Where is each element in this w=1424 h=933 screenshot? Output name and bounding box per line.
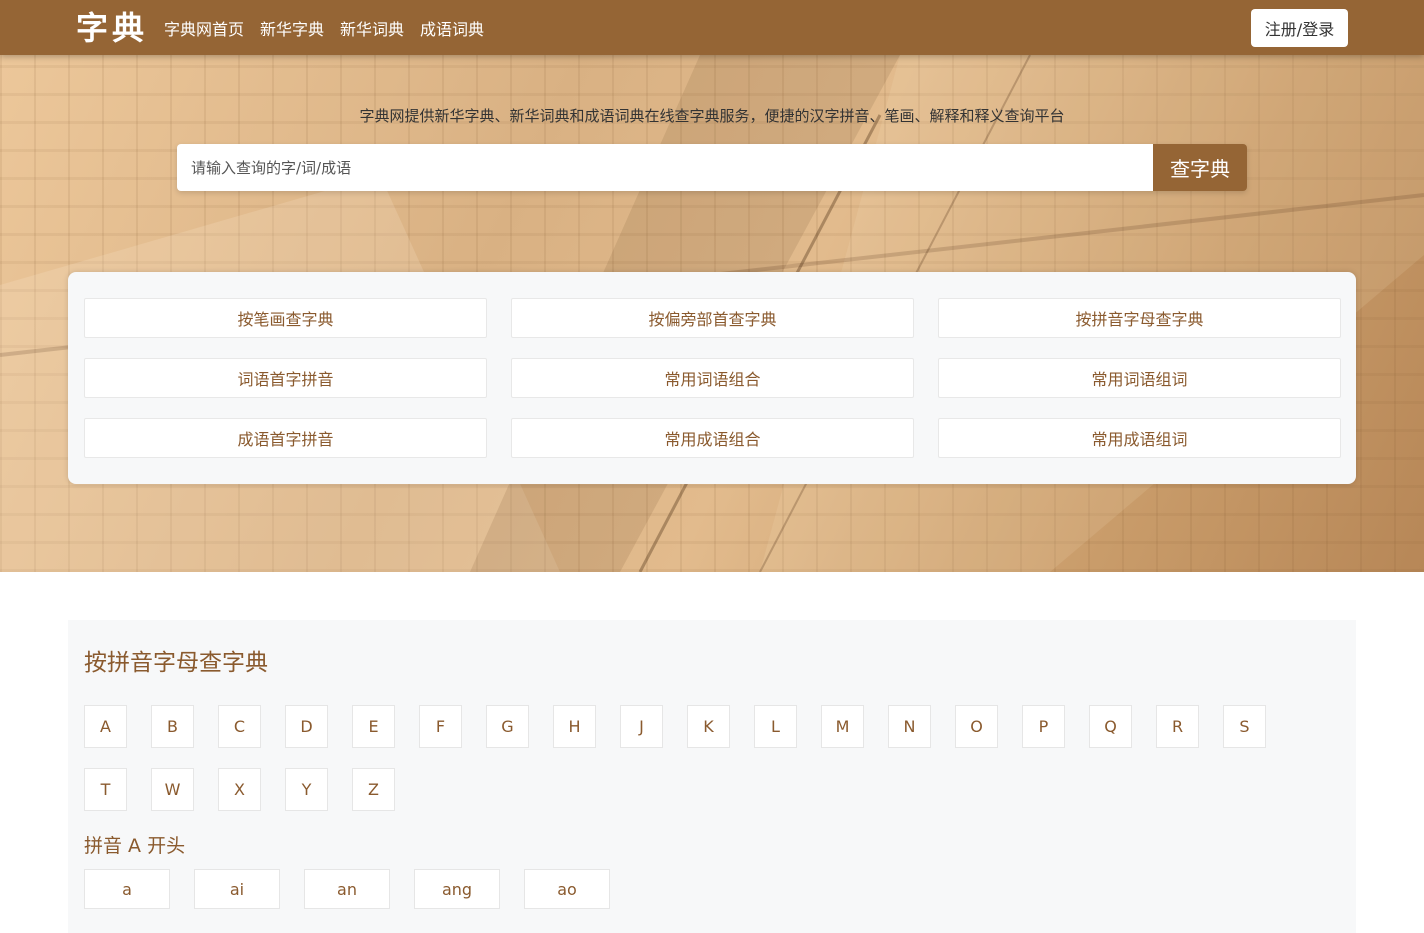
main-nav: 字典网首页 新华字典 新华词典 成语词典 [164,0,500,55]
quick-link-common-word-combos[interactable]: 常用词语组合 [511,358,914,398]
quick-link-by-radical[interactable]: 按偏旁部首查字典 [511,298,914,338]
letter-button[interactable]: H [553,705,596,748]
quick-link-common-idiom-combos[interactable]: 常用成语组合 [511,418,914,458]
quick-link-idiom-initial-pinyin[interactable]: 成语首字拼音 [84,418,487,458]
syllable-list: a ai an ang ao [84,869,1340,909]
register-login-button[interactable]: 注册/登录 [1251,9,1348,47]
nav-item-xinhua-cidian[interactable]: 新华词典 [340,16,404,40]
letter-button[interactable]: D [285,705,328,748]
nav-item-home[interactable]: 字典网首页 [164,16,244,40]
site-tagline: 字典网提供新华字典、新华词典和成语词典在线查字典服务，便捷的汉字拼音、笔画、解释… [359,107,1065,125]
letter-button[interactable]: J [620,705,663,748]
pinyin-subtitle: 拼音 A 开头 [84,835,186,857]
letter-button[interactable]: P [1022,705,1065,748]
nav-item-xinhua-zidian[interactable]: 新华字典 [260,16,324,40]
letter-button[interactable]: X [218,768,261,811]
letter-button[interactable]: A [84,705,127,748]
search-input[interactable] [177,144,1153,191]
letter-button[interactable]: R [1156,705,1199,748]
quick-link-by-stroke[interactable]: 按笔画查字典 [84,298,487,338]
letter-button[interactable]: B [151,705,194,748]
quick-link-word-initial-pinyin[interactable]: 词语首字拼音 [84,358,487,398]
letter-button[interactable]: C [218,705,261,748]
letter-button[interactable]: E [352,705,395,748]
search-button[interactable]: 查字典 [1153,144,1247,191]
quick-link-common-word-compounds[interactable]: 常用词语组词 [938,358,1341,398]
nav-item-chengyu-cidian[interactable]: 成语词典 [420,16,484,40]
hero-banner: 字典网提供新华字典、新华词典和成语词典在线查字典服务，便捷的汉字拼音、笔画、解释… [0,55,1424,572]
letter-button[interactable]: F [419,705,462,748]
letter-button[interactable]: K [687,705,730,748]
letter-button[interactable]: T [84,768,127,811]
pinyin-lookup-section: 按拼音字母查字典 A B C D E F G H J K L M N O P Q… [68,620,1356,933]
search-bar: 查字典 [177,144,1247,191]
letter-button[interactable]: L [754,705,797,748]
site-logo[interactable]: 字典 [76,8,148,48]
letter-list: A B C D E F G H J K L M N O P Q R S T W … [84,705,1354,831]
syllable-button[interactable]: ang [414,869,500,909]
letter-button[interactable]: N [888,705,931,748]
letter-button[interactable]: S [1223,705,1266,748]
letter-button[interactable]: Z [352,768,395,811]
letter-button[interactable]: Y [285,768,328,811]
syllable-button[interactable]: a [84,869,170,909]
section-title: 按拼音字母查字典 [84,650,268,676]
letter-button[interactable]: W [151,768,194,811]
quick-links-panel: 按笔画查字典 按偏旁部首查字典 按拼音字母查字典 词语首字拼音 常用词语组合 常… [68,272,1356,484]
syllable-button[interactable]: ai [194,869,280,909]
quick-link-by-pinyin[interactable]: 按拼音字母查字典 [938,298,1341,338]
syllable-button[interactable]: an [304,869,390,909]
letter-button[interactable]: O [955,705,998,748]
letter-button[interactable]: M [821,705,864,748]
syllable-button[interactable]: ao [524,869,610,909]
quick-link-common-idiom-compounds[interactable]: 常用成语组词 [938,418,1341,458]
letter-button[interactable]: G [486,705,529,748]
letter-button[interactable]: Q [1089,705,1132,748]
top-navbar: 字典 字典网首页 新华字典 新华词典 成语词典 注册/登录 [0,0,1424,55]
